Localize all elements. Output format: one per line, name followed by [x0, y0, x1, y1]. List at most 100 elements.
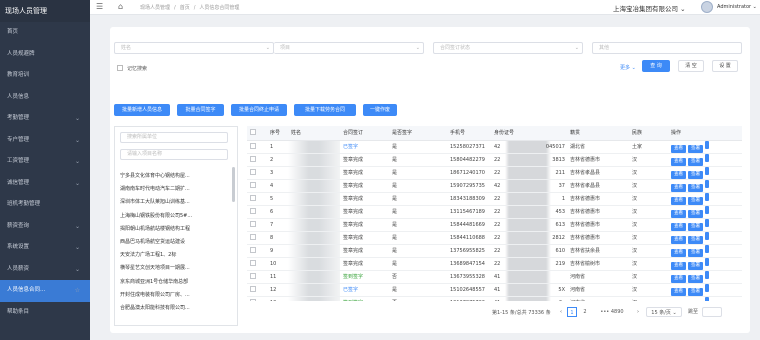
row-select-cell[interactable] [247, 179, 267, 193]
cell-contract-status[interactable]: 已签字 [340, 283, 389, 297]
view-button[interactable]: 查看 [671, 222, 686, 230]
sign-button[interactable]: 签署 [688, 248, 703, 256]
row-checkbox[interactable] [250, 259, 256, 266]
tree-item[interactable]: 横琴星艺文创天地项目一期展... [120, 264, 228, 271]
sign-button[interactable]: 签署 [688, 300, 703, 301]
sign-button[interactable]: 签署 [688, 157, 703, 165]
more-actions-button[interactable] [705, 231, 709, 240]
batch-download-button[interactable]: 批量下载劳务合同 [294, 104, 356, 116]
row-checkbox[interactable] [250, 142, 256, 149]
clear-button[interactable]: 清 空 [678, 60, 704, 72]
tree-item[interactable]: 西昌巴马机场航空货运站建设 [120, 238, 228, 245]
row-select-cell[interactable] [247, 192, 267, 206]
view-button[interactable]: 查看 [671, 287, 686, 295]
void-all-button[interactable]: 一键作废 [363, 104, 397, 116]
sign-button[interactable]: 签署 [688, 261, 703, 269]
row-select-cell[interactable] [247, 153, 267, 167]
other-input[interactable]: 其他 [592, 42, 742, 54]
remember-checkbox[interactable] [117, 65, 123, 71]
tree-item[interactable]: 开封住成电装有限公司厂房、... [120, 291, 228, 298]
home-icon[interactable]: ⌂ [118, 2, 123, 11]
sidebar-item[interactable]: 人员信息合同... ☆ [0, 280, 90, 302]
table-row[interactable]: 12 已签字是 15102648557 41 5X 河南省汉查看 签署 [247, 283, 742, 297]
sidebar-item[interactable]: 考勤管理 ⌄ [0, 108, 90, 130]
sign-button[interactable]: 签署 [688, 274, 703, 282]
company-selector[interactable]: 上海宝冶集团有限公司 ⌄ [613, 3, 686, 13]
view-button[interactable]: 查看 [671, 157, 686, 165]
user-menu[interactable]: Administrator ⌄ [717, 4, 757, 10]
next-page-button[interactable]: › [634, 307, 642, 317]
select-all-cell[interactable] [247, 126, 267, 141]
sidebar-item[interactable]: 系统设置 ⌄ [0, 237, 90, 259]
row-select-cell[interactable] [247, 283, 267, 297]
table-row[interactable]: 13华签到签字否1313787576341 3x河南省汉查看签署 [247, 296, 742, 301]
table-row[interactable]: 2 签章完成是 15804482279 22 3813 吉林省德惠市汉查看 签署 [247, 153, 742, 167]
row-checkbox[interactable] [250, 168, 256, 175]
sign-button[interactable]: 签署 [688, 209, 703, 217]
sidebar-item[interactable]: 首页 [0, 22, 90, 44]
sign-button[interactable]: 签署 [688, 235, 703, 243]
table-row[interactable]: 4 签章完成是 15907295735 42 37 吉林省孝昌县汉查看 签署 [247, 179, 742, 193]
table-row[interactable]: 8 签章完成是 15844110688 22 2812 吉林省德惠市汉查看 签署 [247, 231, 742, 245]
row-checkbox[interactable] [250, 272, 256, 279]
row-select-cell[interactable] [247, 296, 267, 301]
row-select-cell[interactable] [247, 257, 267, 271]
batch-terminate-button[interactable]: 批量合同终止申请 [231, 104, 287, 116]
more-actions-button[interactable] [705, 140, 709, 149]
prev-page-button[interactable]: ‹ [557, 307, 565, 317]
view-button[interactable]: 查看 [671, 209, 686, 217]
more-filters-link[interactable]: 更多 ⌄ [620, 64, 636, 71]
more-actions-button[interactable] [705, 192, 709, 201]
more-actions-button[interactable] [705, 283, 709, 292]
cell-contract-status[interactable]: 已签字 [340, 140, 389, 154]
sign-button[interactable]: 签署 [688, 170, 703, 178]
avatar[interactable] [701, 1, 713, 13]
tree-item[interactable]: 上海梅山钢铁股份有限公司5#... [120, 212, 228, 219]
row-select-cell[interactable] [247, 244, 267, 258]
row-select-cell[interactable] [247, 218, 267, 232]
contract-status-select[interactable]: 合同签订状态 ⌄ [433, 42, 583, 54]
row-select-cell[interactable] [247, 231, 267, 245]
sidebar-item[interactable]: 专户管理 ⌄ [0, 130, 90, 152]
more-actions-button[interactable] [705, 257, 709, 266]
row-checkbox[interactable] [250, 285, 256, 292]
name-input[interactable]: 姓名 ⌄ [114, 42, 274, 54]
row-checkbox[interactable] [250, 194, 256, 201]
page-last-button[interactable]: ••• 4890 [592, 307, 632, 317]
table-row[interactable]: 7 签章完成是 15844481669 22 613 吉林省德惠市汉查看 签署 [247, 218, 742, 232]
more-actions-button[interactable] [705, 218, 709, 227]
sidebar-item[interactable]: 人员规避牌 [0, 44, 90, 66]
more-actions-button[interactable] [705, 166, 709, 175]
row-select-cell[interactable] [247, 270, 267, 284]
project-search-input[interactable]: 请输入项目名称 [120, 149, 228, 160]
sign-button[interactable]: 签署 [688, 196, 703, 204]
view-button[interactable]: 查看 [671, 183, 686, 191]
sidebar-item[interactable]: 诚信管理 ⌄ [0, 173, 90, 195]
tree-item[interactable]: 宁多县文化体育中心钢结构屋... [120, 172, 228, 179]
unit-search-input[interactable]: 搜索所属单位 [120, 132, 228, 143]
batch-add-button[interactable]: 批量新增人员信息 [114, 104, 170, 116]
tree-item[interactable]: 天安法力广场工程1、2标 [120, 251, 228, 258]
select-all-checkbox[interactable] [250, 128, 256, 135]
sign-button[interactable]: 签署 [688, 222, 703, 230]
project-input[interactable]: 项目 ⌄ [274, 42, 424, 54]
search-button[interactable]: 查 询 [642, 60, 670, 72]
row-checkbox[interactable] [250, 246, 256, 253]
sidebar-item[interactable]: 班机考勤管理 [0, 194, 90, 216]
row-checkbox[interactable] [250, 233, 256, 240]
sidebar-item[interactable]: 工资管理 ⌄ [0, 151, 90, 173]
jump-input[interactable] [702, 307, 722, 317]
row-checkbox[interactable] [250, 207, 256, 214]
tree-item[interactable]: 合肥晶澳太阳能科技有限公司... [120, 304, 228, 311]
sign-button[interactable]: 签署 [688, 183, 703, 191]
view-button[interactable]: 查看 [671, 300, 686, 301]
tree-item[interactable]: 京东商城亚洲1号仓储华南总部 [120, 278, 228, 285]
table-row[interactable]: 1 已签字是 15258027371 42 045017 湖北省 土家 查看 签署 [247, 140, 742, 154]
tree-item[interactable]: 湖南南车时代电动汽车二期扩... [120, 185, 228, 192]
tree-scrollbar[interactable] [232, 167, 235, 202]
view-button[interactable]: 查看 [671, 248, 686, 256]
tree-item[interactable]: 揭阳朝山机场航站楼钢结构工程 [120, 225, 228, 232]
row-select-cell[interactable] [247, 140, 267, 154]
more-actions-button[interactable] [705, 296, 709, 301]
table-row[interactable]: 9 签章完成是 13756955825 22 610 吉林省扶余县汉查看 签署 [247, 244, 742, 258]
